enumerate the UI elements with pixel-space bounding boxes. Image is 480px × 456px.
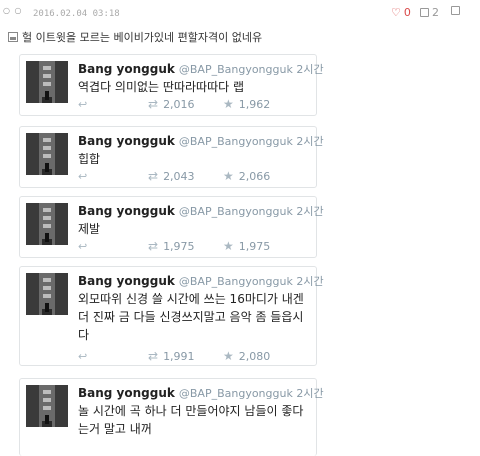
favorite-button[interactable]: ★ 2,080 (223, 349, 270, 363)
comment-icon (451, 6, 460, 15)
retweet-button[interactable]: ⇄ 2,016 (148, 97, 223, 111)
tweet-text: 역겹다 의미없는 딴따라따따다 랩 (78, 80, 245, 94)
author-handle: @BAP_Bangyongguk 2시간 (178, 387, 324, 400)
dislike-count: 2 (432, 6, 439, 19)
post-header: ○ ○ 2016.02.04 03:18 ♡ 0 2 (0, 0, 480, 28)
tweet-card[interactable]: Bang yongguk @BAP_Bangyongguk 2시간 제발 ↩ ⇄ 1… (19, 196, 324, 258)
author-handle: @BAP_Bangyongguk 2시간 (178, 135, 324, 148)
tweet-text: 놀 시간에 곡 하나 더 만들어야지 남들이 좋다는거 말고 내꺼 (78, 404, 304, 436)
avatar[interactable] (26, 61, 68, 103)
tweet-author: Bang yongguk @BAP_Bangyongguk 2시간 (78, 203, 324, 219)
retweet-count: 1,991 (163, 349, 195, 363)
favorite-count: 2,080 (238, 349, 271, 363)
post-date: 2016.02.04 03:18 (33, 9, 120, 19)
retweet-icon: ⇄ (148, 97, 159, 111)
thumbs-up-icon: ♡ (391, 6, 401, 19)
retweet-icon: ⇄ (148, 239, 159, 253)
tweet-card[interactable]: Bang yongguk @BAP_Bangyongguk 2시간 역겹다 의미없… (19, 54, 324, 116)
tweet-author: Bang yongguk @BAP_Bangyongguk 2시간 (78, 273, 324, 289)
favorite-button[interactable]: ★ 1,962 (223, 97, 270, 111)
author-name[interactable]: Bang yongguk (78, 386, 175, 400)
reply-icon[interactable]: ↩ (78, 240, 148, 253)
author-handle: @BAP_Bangyongguk 2시간 (178, 63, 324, 76)
author-name[interactable]: Bang yongguk (78, 62, 175, 76)
star-icon: ★ (223, 239, 234, 253)
retweet-count: 1,975 (163, 239, 195, 253)
like-count: 0 (403, 6, 411, 19)
menu-dots[interactable]: ○ ○ (3, 6, 23, 15)
tweet-card[interactable]: Bang yongguk @BAP_Bangyongguk 2시간 놀 시간에 곡… (19, 378, 324, 456)
avatar[interactable] (26, 203, 68, 245)
favorite-button[interactable]: ★ 2,066 (223, 169, 270, 183)
tweet-author: Bang yongguk @BAP_Bangyongguk 2시간 (78, 133, 324, 149)
reply-icon[interactable]: ↩ (78, 98, 148, 111)
favorite-count: 1,962 (238, 97, 271, 111)
tweet-text: 외모따위 신경 쓸 시간에 쓰는 16마디가 내겐 더 진짜 금 다들 신경쓰지… (78, 292, 304, 342)
retweet-icon: ⇄ (148, 349, 159, 363)
author-name[interactable]: Bang yongguk (78, 274, 175, 288)
thumbs-down-icon (420, 8, 429, 17)
tweet-text: 제발 (78, 222, 101, 236)
tweet-actions: ↩ ⇄ 2,016 ★ 1,962 (78, 97, 270, 111)
favorite-button[interactable]: ★ 1,975 (223, 239, 270, 253)
retweet-button[interactable]: ⇄ 1,991 (148, 349, 223, 363)
retweet-icon: ⇄ (148, 169, 159, 183)
like-button[interactable]: ♡ 0 (391, 6, 411, 19)
retweet-count: 2,043 (163, 169, 195, 183)
avatar[interactable] (26, 133, 68, 175)
tweet-actions: ↩ ⇄ 2,043 ★ 2,066 (78, 169, 270, 183)
author-name[interactable]: Bang yongguk (78, 204, 175, 218)
author-handle: @BAP_Bangyongguk 2시간 (178, 275, 324, 288)
dislike-button[interactable]: 2 (420, 6, 439, 19)
avatar[interactable] (26, 273, 68, 315)
tweet-author: Bang yongguk @BAP_Bangyongguk 2시간 (78, 385, 324, 401)
comment-text-row: 헐 이트윗을 모르는 베이비가있네 편할자격이 없네유 (8, 29, 262, 45)
comment-button[interactable] (451, 6, 460, 15)
favorite-count: 2,066 (238, 169, 271, 183)
retweet-button[interactable]: ⇄ 2,043 (148, 169, 223, 183)
tweet-actions: ↩ ⇄ 1,991 ★ 2,080 (78, 349, 270, 363)
author-handle: @BAP_Bangyongguk 2시간 (178, 205, 324, 218)
retweet-button[interactable]: ⇄ 1,975 (148, 239, 223, 253)
tweet-card[interactable]: Bang yongguk @BAP_Bangyongguk 2시간 외모따위 신경… (19, 266, 324, 366)
star-icon: ★ (223, 349, 234, 363)
star-icon: ★ (223, 169, 234, 183)
reply-icon[interactable]: ↩ (78, 170, 148, 183)
image-icon (8, 32, 18, 42)
tweet-card[interactable]: Bang yongguk @BAP_Bangyongguk 2시간 힙합 ↩ ⇄ 2… (19, 126, 324, 188)
reply-icon[interactable]: ↩ (78, 350, 148, 363)
tweet-actions: ↩ ⇄ 1,975 ★ 1,975 (78, 239, 270, 253)
author-name[interactable]: Bang yongguk (78, 134, 175, 148)
avatar[interactable] (26, 385, 68, 427)
favorite-count: 1,975 (238, 239, 271, 253)
star-icon: ★ (223, 97, 234, 111)
tweet-author: Bang yongguk @BAP_Bangyongguk 2시간 (78, 61, 324, 77)
comment-text: 헐 이트윗을 모르는 베이비가있네 편할자격이 없네유 (22, 31, 263, 44)
retweet-count: 2,016 (163, 97, 195, 111)
tweet-text: 힙합 (78, 152, 101, 166)
